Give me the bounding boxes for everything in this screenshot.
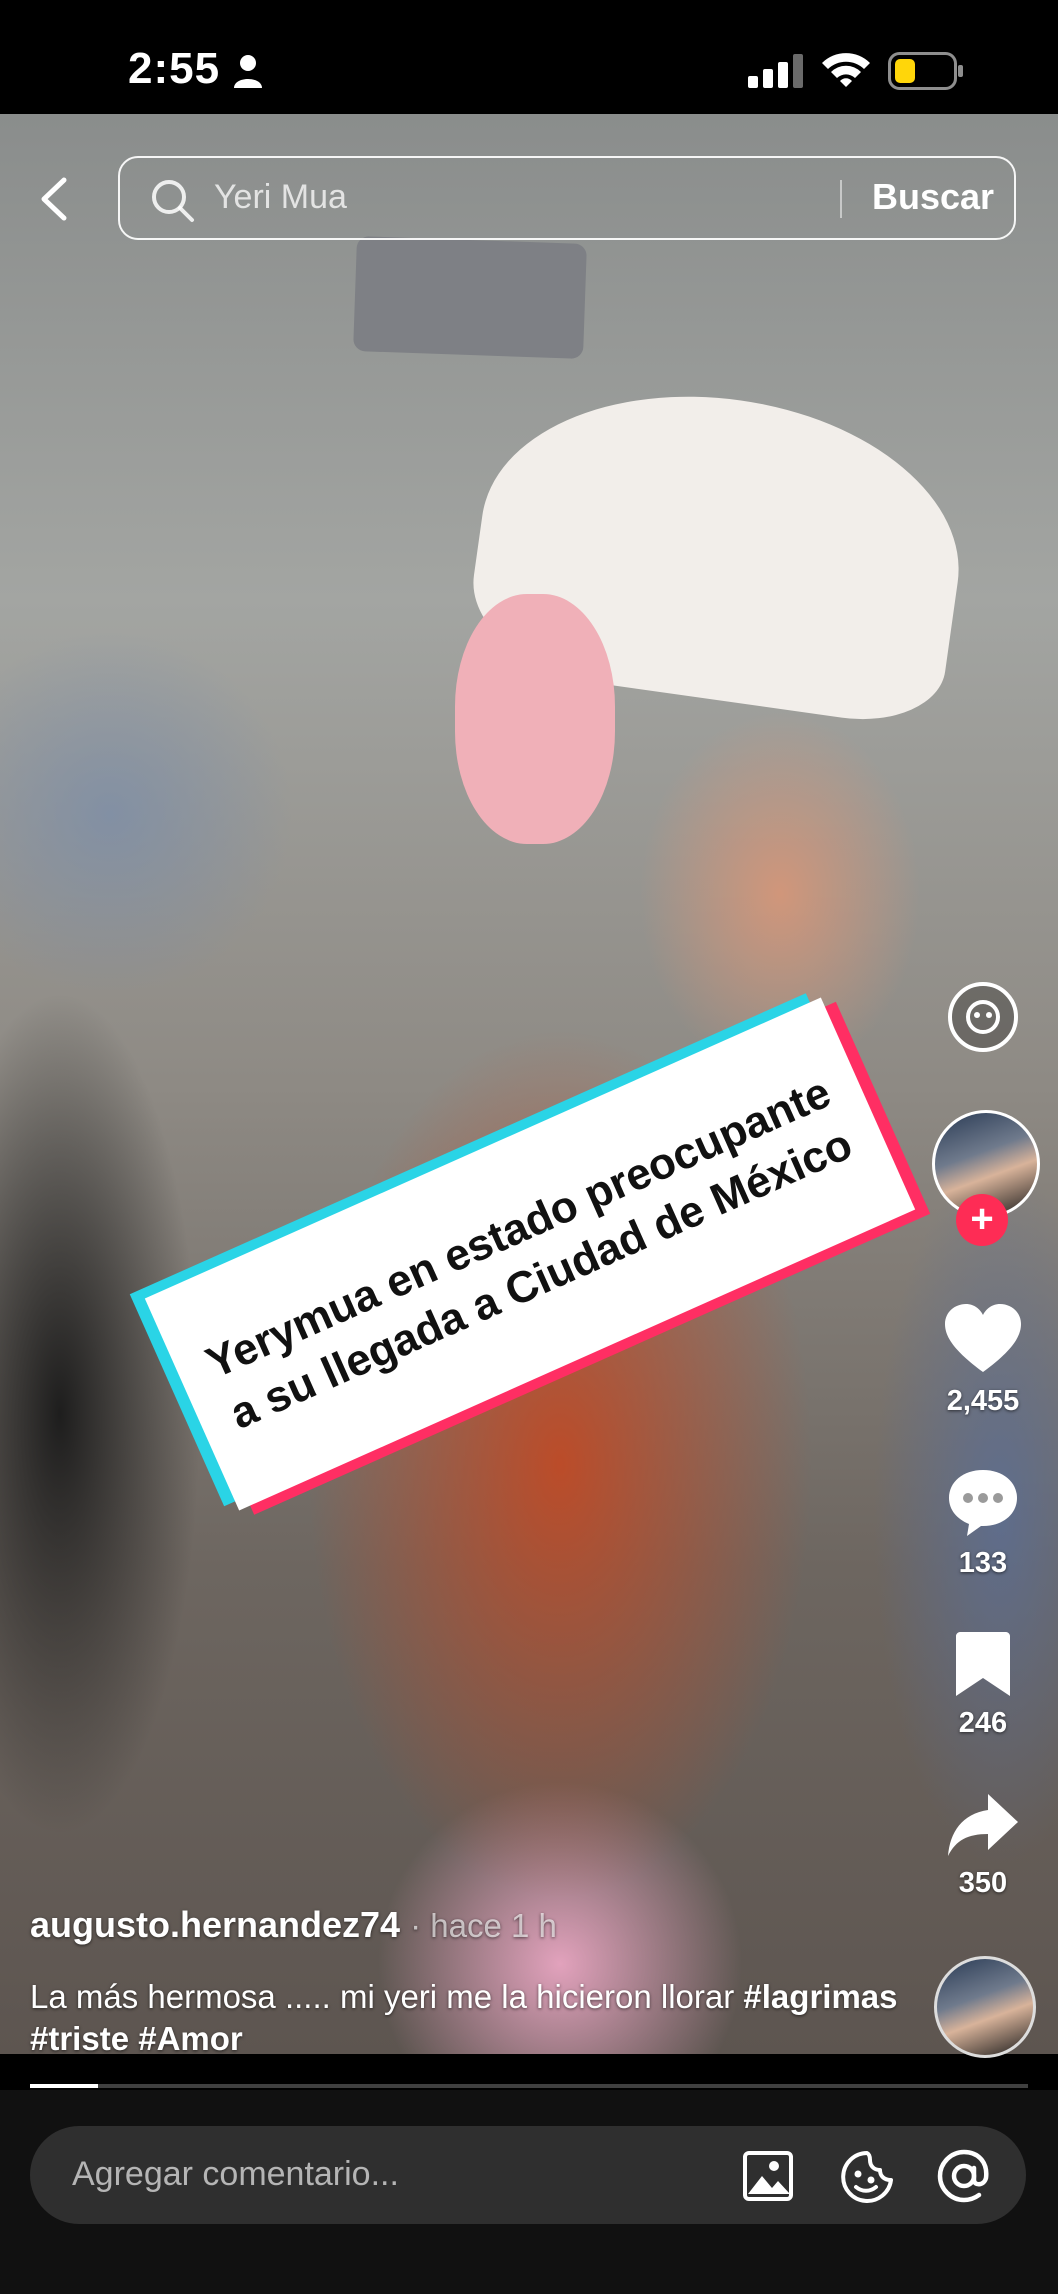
save-button[interactable]: 246 (932, 1630, 1034, 1740)
signal-icon (748, 54, 803, 88)
hashtag-amor[interactable]: #Amor (138, 2020, 243, 2057)
search-button[interactable]: Buscar (872, 176, 994, 218)
emoji-icon[interactable] (840, 2150, 894, 2204)
status-time: 2:55 (128, 44, 221, 93)
author-name[interactable]: augusto.hernandez74 (30, 1904, 400, 1945)
at-icon[interactable] (936, 2148, 992, 2204)
like-count: 2,455 (946, 1385, 1020, 1417)
back-icon[interactable] (36, 176, 72, 222)
comment-input[interactable]: Agregar comentario... (30, 2126, 1026, 2224)
share-count: 350 (958, 1867, 1008, 1899)
post-time: · hace 1 h (410, 1907, 557, 1944)
battery-icon (888, 52, 963, 90)
caption-text: La más hermosa ..... mi yeri me la hicie… (30, 1976, 910, 2060)
search-bar[interactable]: Yeri Mua Buscar (118, 156, 1016, 240)
hashtag-triste[interactable]: #triste (30, 2020, 129, 2057)
person-icon (234, 55, 262, 88)
status-bar: 2:55 (0, 0, 1058, 114)
video-progress-fill (30, 2084, 98, 2088)
heart-icon (945, 1304, 1021, 1372)
search-divider (840, 180, 842, 218)
face-icon (966, 1000, 1000, 1034)
background-headphone (455, 594, 615, 844)
music-disc[interactable] (934, 1956, 1036, 2058)
comment-bar: Agregar comentario... (0, 2090, 1058, 2294)
search-icon (152, 180, 194, 222)
share-icon (948, 1794, 1018, 1856)
follow-button[interactable]: + (956, 1194, 1008, 1246)
comment-icon (949, 1470, 1017, 1536)
like-button[interactable]: 2,455 (932, 1302, 1034, 1418)
background-phone (353, 236, 587, 359)
comment-button[interactable]: 133 (932, 1466, 1034, 1580)
post-caption: augusto.hernandez74 · hace 1 h La más her… (30, 1904, 910, 2060)
bookmark-icon (956, 1632, 1010, 1696)
caption-body: La más hermosa ..... mi yeri me la hicie… (30, 1978, 744, 2015)
share-button[interactable]: 350 (932, 1792, 1034, 1900)
search-input[interactable]: Yeri Mua (214, 178, 347, 217)
video-player[interactable] (0, 114, 1058, 2054)
comment-placeholder: Agregar comentario... (72, 2155, 399, 2193)
comment-count: 133 (958, 1547, 1008, 1579)
image-icon[interactable] (742, 2150, 794, 2202)
wifi-icon (822, 53, 870, 87)
video-progress-bar[interactable] (30, 2084, 1028, 2088)
save-count: 246 (958, 1707, 1008, 1739)
effect-button[interactable] (948, 982, 1018, 1052)
hashtag-lagrimas[interactable]: #lagrimas (743, 1978, 897, 2015)
